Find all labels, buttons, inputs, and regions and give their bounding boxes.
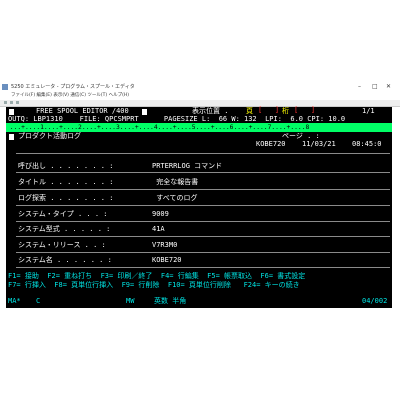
row-divider	[16, 205, 390, 206]
app-icon	[2, 84, 8, 90]
close-icon[interactable]: ✕	[386, 82, 391, 92]
field-label: システム・リリース . . :	[18, 241, 106, 249]
row-divider	[16, 172, 390, 173]
menu-items[interactable]: ファイル(F) 編集(E) 表示(V) 通信(C) ツール(T) ヘルプ(H)	[11, 92, 129, 100]
toolbar-button[interactable]	[4, 101, 7, 104]
window-title: 5250 エミュレータ - プログラム・スプール・エディタ	[11, 84, 135, 90]
row-divider	[16, 267, 390, 268]
field-value[interactable]: 完全な報告書	[152, 178, 198, 187]
menu-bar: ファイル(F) 編集(E) 表示(V) 通信(C) ツール(T) ヘルプ(H)	[0, 92, 400, 100]
row-divider	[16, 221, 390, 222]
cursor-block	[9, 134, 14, 140]
function-keys-line2[interactable]: F7= 行挿入 F8= 頁単位行挿入 F9= 行削除 F10= 頁単位行削除 F…	[8, 281, 300, 290]
window-titlebar: 5250 エミュレータ - プログラム・スプール・エディタ – □ ✕	[0, 82, 400, 92]
field-label: システム・タイプ . . . :	[18, 210, 108, 218]
minimize-icon[interactable]: –	[358, 82, 361, 92]
field-value[interactable]: PRTERRLOG コマンド	[152, 162, 222, 171]
function-keys-line1[interactable]: F1= 接助 F2= 重ね打ち F3= 印刷／終了 F4= 行編集 F5= 帳票…	[8, 272, 305, 281]
col-input-brackets[interactable]: [ ]	[294, 106, 315, 115]
toolbar-button[interactable]	[10, 101, 13, 104]
field-value[interactable]: すべてのログ	[152, 194, 197, 203]
program-title: プロダクト活動ログ	[18, 132, 81, 140]
field-value[interactable]: V7R3M0	[152, 241, 177, 250]
maximize-icon[interactable]: □	[372, 82, 378, 92]
system-id: KOBE720	[256, 140, 286, 148]
field-value[interactable]: 9009	[152, 210, 169, 219]
session-indicator: MA*	[8, 297, 21, 305]
field-label: ログ探索 . . . . . . . :	[18, 194, 114, 202]
row-divider	[16, 252, 390, 253]
field-value[interactable]: KOBE720	[152, 256, 182, 265]
input-mode-indicator: 英数 半角	[154, 297, 187, 305]
toolbar	[0, 100, 400, 107]
field-label: 呼び出し . . . . . . . :	[18, 162, 114, 170]
field-label: システム型式 . . . . . :	[18, 225, 111, 233]
report-time: 08:45:0	[352, 140, 382, 148]
page-input-brackets[interactable]: [ ]	[258, 106, 279, 115]
cursor-position: 04/002	[362, 297, 388, 305]
field-value[interactable]: 41A	[152, 225, 165, 234]
column-ruler: ...+....1....+....2....+....3....+....4.…	[6, 123, 392, 132]
report-date: 11/03/21	[302, 140, 336, 148]
page-count: 1/1	[362, 107, 375, 115]
mode-indicator: MW	[126, 297, 135, 305]
toolbar-button[interactable]	[16, 101, 19, 104]
row-divider	[16, 236, 390, 237]
field-indicator: C	[36, 297, 41, 305]
row-divider	[16, 189, 390, 190]
field-label: システム名 . . . . . . :	[18, 256, 112, 264]
terminal-screen[interactable]: FREE SPOOL EDITOR /400 表示位置 . 頁 [ ] 桁 [ …	[6, 106, 392, 308]
field-label: タイトル . . . . . . . :	[18, 178, 114, 186]
row-divider	[16, 153, 390, 154]
